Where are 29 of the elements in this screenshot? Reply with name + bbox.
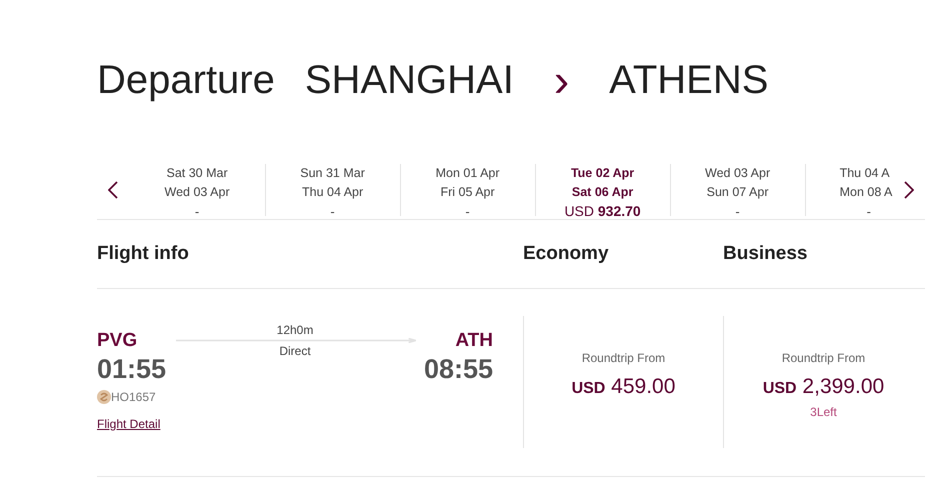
date-option[interactable]: Thu 04 A Mon 08 A -: [804, 164, 892, 216]
stops-text: Direct: [278, 343, 312, 360]
date-option[interactable]: Sat 30 Mar Wed 03 Apr -: [130, 164, 265, 216]
date-option[interactable]: Mon 01 Apr Fri 05 Apr -: [400, 164, 535, 216]
fare-price: USD 459.00: [570, 374, 676, 400]
destination-city: ATHENS: [609, 57, 768, 104]
column-header: Economy: [523, 243, 609, 264]
departure-time: 01:55: [97, 353, 166, 386]
flight-detail-link[interactable]: Flight Detail: [97, 417, 160, 431]
duration-text: 12h0m: [276, 322, 314, 339]
fare-caption: Roundtrip From: [780, 350, 866, 367]
arrival-time: 08:55: [424, 353, 493, 386]
date-option[interactable]: Wed 03 Apr Sun 07 Apr -: [670, 164, 805, 216]
chevron-icon: ›: [554, 46, 570, 114]
chevron-left-icon[interactable]: [108, 180, 118, 198]
fare-price: USD 2,399.00: [762, 374, 886, 400]
date-option[interactable]: Sun 31 Mar Thu 04 Apr -: [264, 164, 400, 216]
column-header: Business: [723, 243, 808, 264]
origin-city: SHANGHAI: [304, 57, 514, 104]
airport-code: ATH: [454, 330, 493, 352]
seats-left-text: 3Left: [809, 404, 838, 420]
flight-number: HO1657: [111, 389, 156, 406]
chevron-right-icon[interactable]: [904, 180, 914, 198]
airline-logo-icon: [97, 390, 111, 404]
airport-code: PVG: [97, 330, 138, 352]
page-title: Departure: [97, 57, 275, 104]
column-header: Flight info: [97, 243, 189, 264]
fare-caption: Roundtrip From: [580, 350, 666, 367]
date-option[interactable]: Tue 02 Apr Sat 06 Apr USD 932.70: [534, 164, 670, 216]
